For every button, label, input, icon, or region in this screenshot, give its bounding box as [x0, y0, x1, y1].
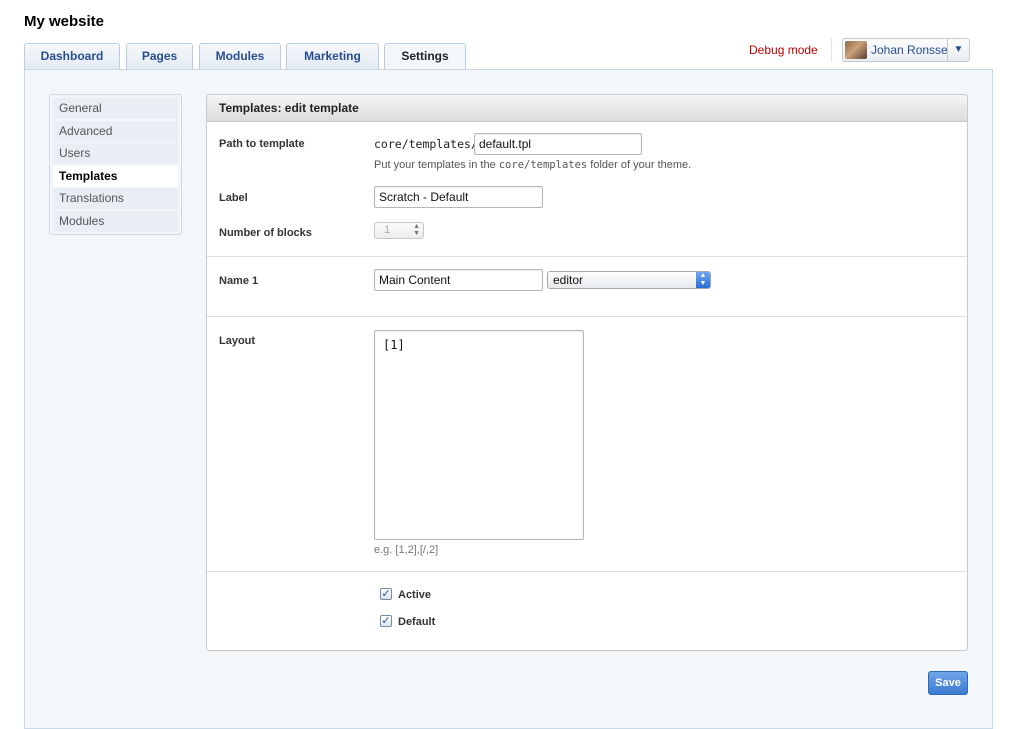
default-label[interactable]: Default: [398, 616, 435, 628]
box-title: Templates: edit template: [207, 95, 967, 122]
path-help-code: core/templates: [498, 159, 588, 171]
path-label: Path to template: [219, 138, 305, 150]
active-checkbox[interactable]: ✓: [380, 588, 392, 600]
header-divider: [831, 38, 832, 62]
user-name: Johan Ronsse: [871, 43, 948, 57]
active-label[interactable]: Active: [398, 589, 431, 601]
path-help-before: Put your templates in the: [374, 159, 499, 171]
tab-modules[interactable]: Modules: [199, 43, 281, 70]
path-help-after: folder of your theme.: [587, 159, 692, 171]
avatar: [845, 41, 867, 59]
settings-subnav: General Advanced Users Templates Transla…: [49, 94, 182, 235]
path-help: Put your templates in the core/templates…: [374, 159, 691, 171]
site-title: My website: [24, 13, 105, 30]
tab-settings[interactable]: Settings: [384, 43, 466, 71]
path-prefix: core/templates/: [374, 137, 478, 151]
select-arrows-icon: ▲ ▼: [696, 272, 710, 288]
subnav-item-general[interactable]: General: [53, 98, 178, 119]
name1-label: Name 1: [219, 275, 259, 287]
label-label: Label: [219, 192, 248, 204]
divider: [207, 256, 967, 257]
subnav-item-translations[interactable]: Translations: [53, 188, 178, 209]
blocks-value: 1: [384, 224, 391, 236]
chevron-down-icon[interactable]: ▼: [947, 39, 969, 61]
layout-label: Layout: [219, 335, 256, 347]
label-input[interactable]: Scratch - Default: [374, 186, 543, 208]
subnav-item-templates[interactable]: Templates: [53, 165, 178, 187]
subnav-item-advanced[interactable]: Advanced: [53, 120, 178, 142]
layout-textarea[interactable]: [1]: [374, 330, 584, 540]
name1-input[interactable]: Main Content: [374, 269, 543, 291]
tab-marketing[interactable]: Marketing: [286, 43, 379, 70]
edit-template-box: Templates: edit template Path to templat…: [206, 94, 968, 651]
debug-mode-link[interactable]: Debug mode: [749, 43, 818, 57]
block-type-select[interactable]: editor ▲ ▼: [547, 271, 711, 289]
blocks-stepper[interactable]: 1 ▲ ▼: [374, 222, 424, 239]
divider: [207, 316, 967, 317]
subnav-item-users[interactable]: Users: [53, 143, 178, 164]
save-button[interactable]: Save: [928, 671, 968, 695]
stepper-arrows-icon: ▲ ▼: [413, 223, 420, 237]
subnav-item-modules[interactable]: Modules: [53, 210, 178, 232]
user-menu[interactable]: Johan Ronsse ▼: [842, 38, 970, 62]
divider: [207, 571, 967, 572]
tab-dashboard[interactable]: Dashboard: [24, 43, 120, 70]
default-checkbox[interactable]: ✓: [380, 615, 392, 627]
path-input[interactable]: default.tpl: [474, 133, 642, 155]
block-type-value: editor: [553, 273, 584, 287]
blocks-label: Number of blocks: [219, 227, 312, 239]
layout-help: e.g. [1,2],[/,2]: [374, 544, 439, 556]
tab-pages[interactable]: Pages: [126, 43, 193, 70]
